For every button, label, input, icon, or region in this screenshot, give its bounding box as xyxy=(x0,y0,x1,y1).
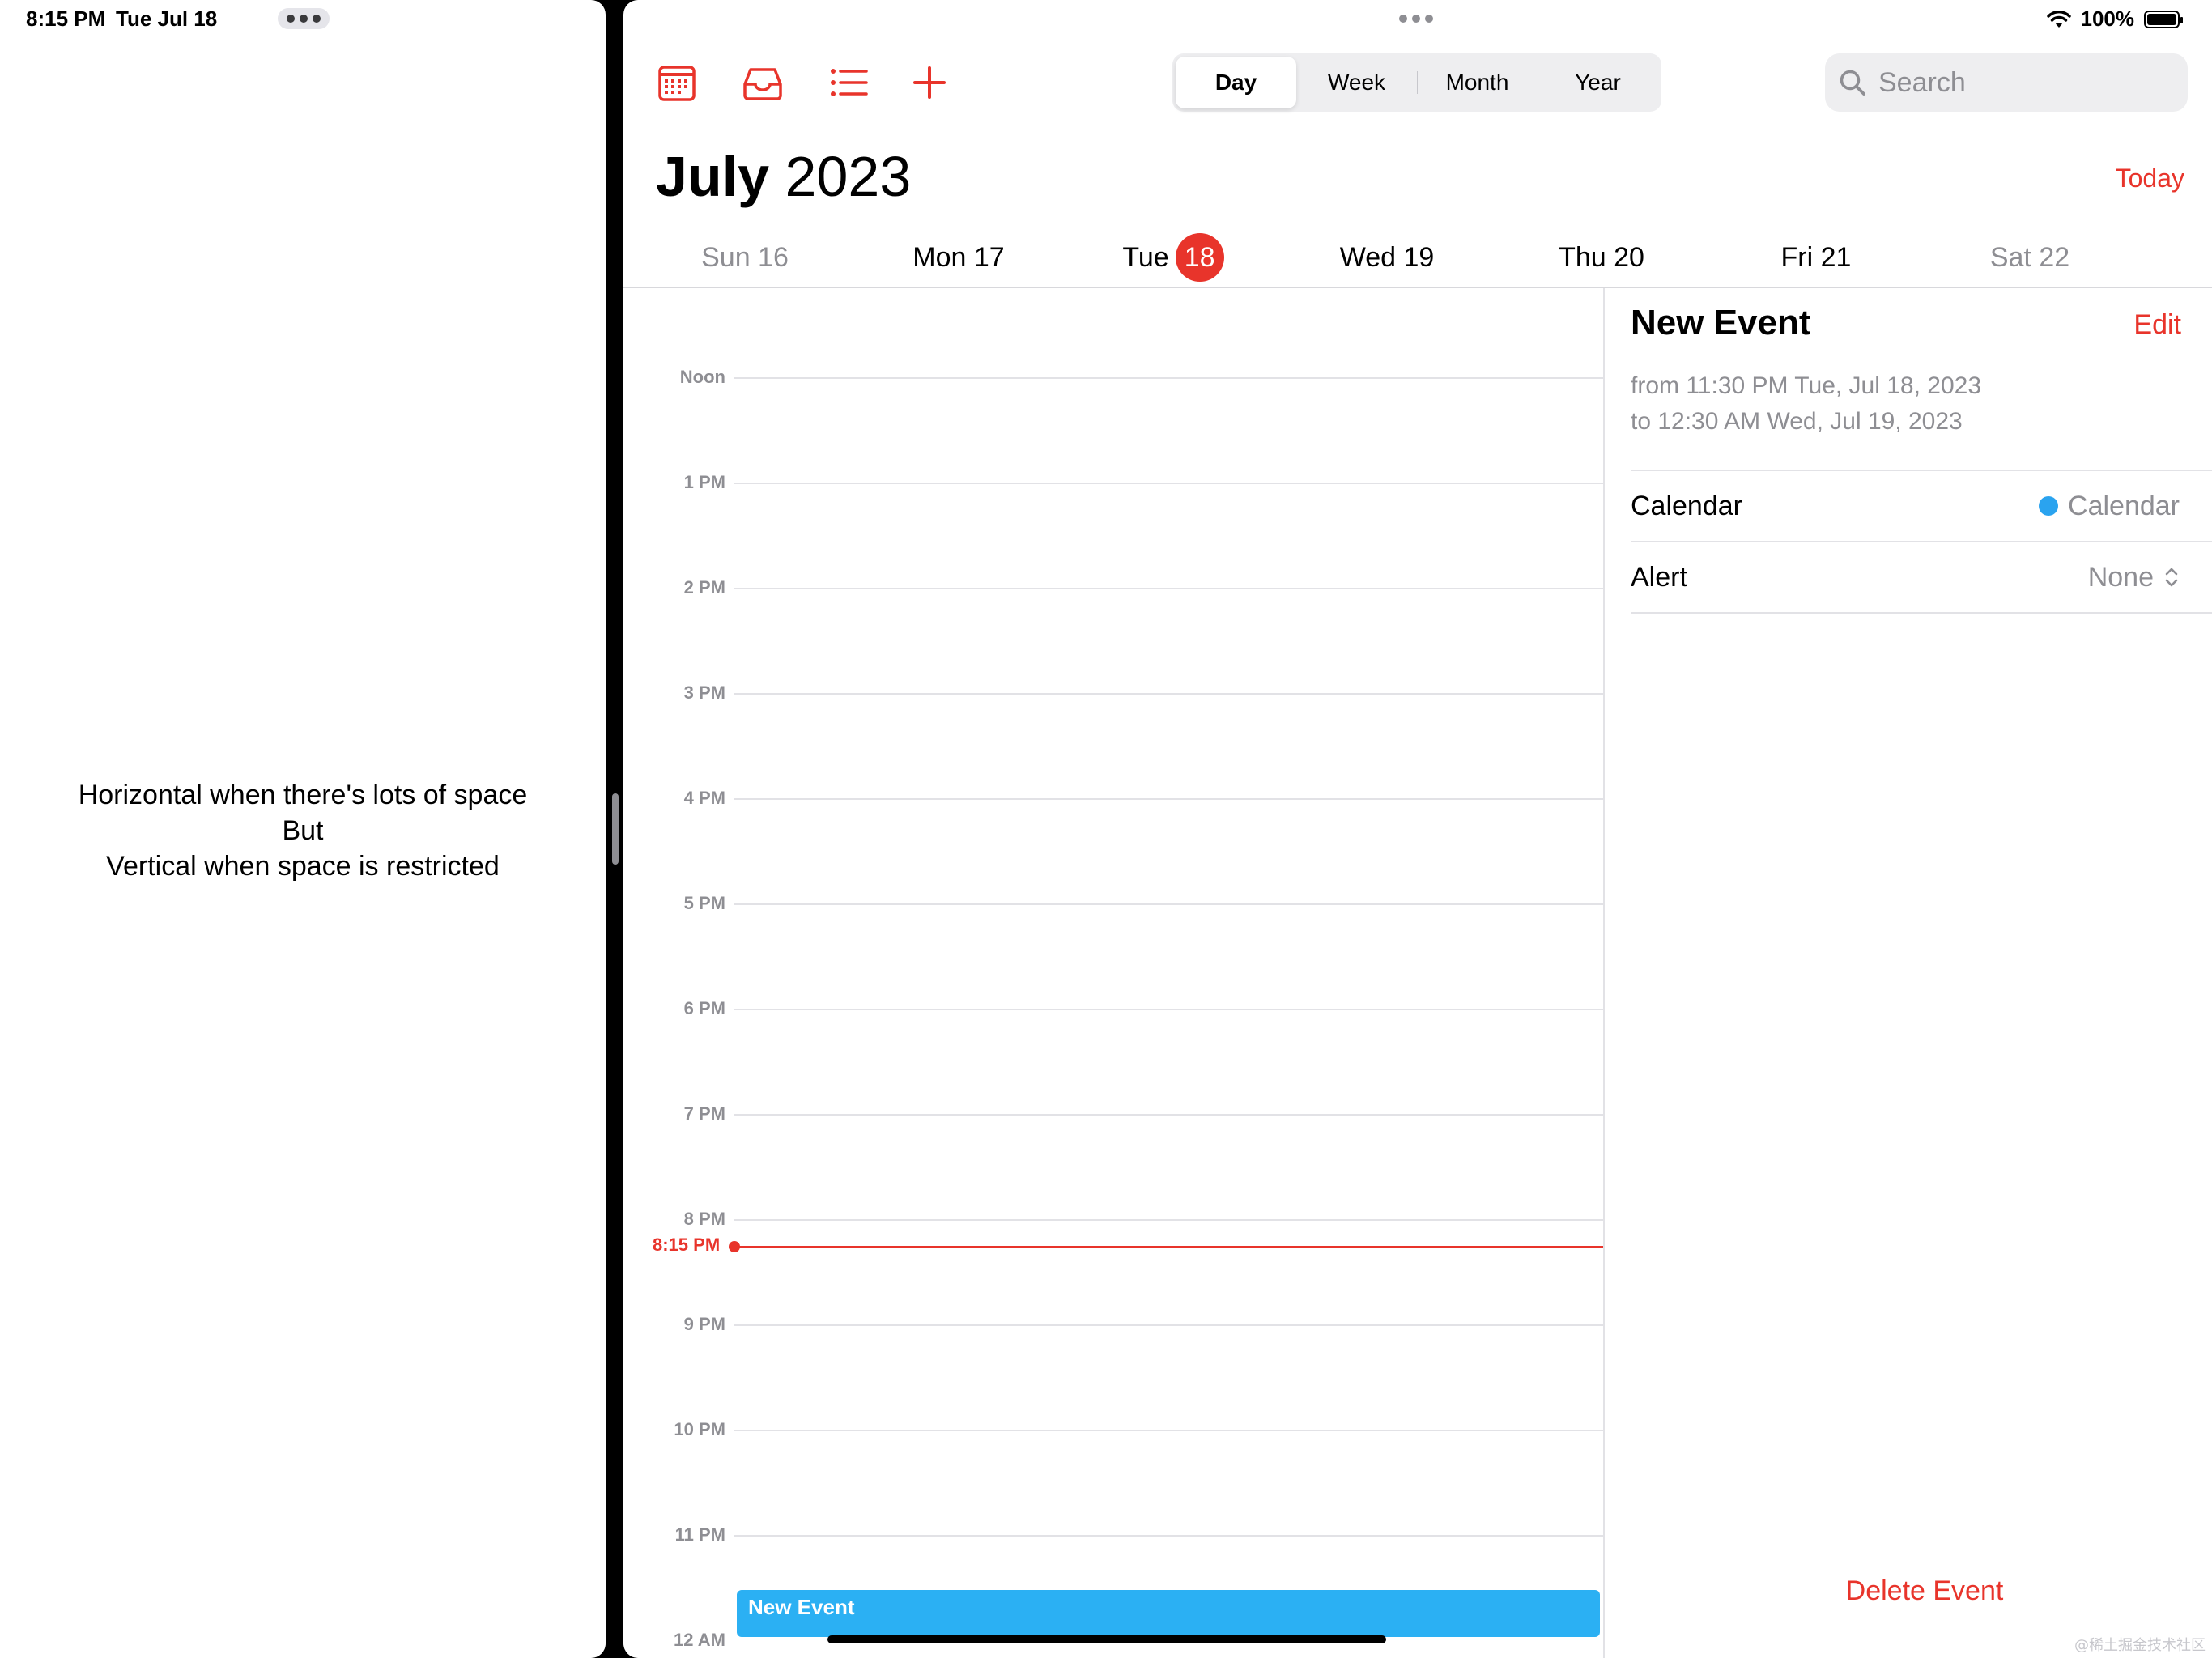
hour-label: Noon xyxy=(679,367,725,387)
hour-label: 6 PM xyxy=(683,998,725,1018)
segment-month[interactable]: Month xyxy=(1417,57,1538,108)
event-block[interactable]: New Event xyxy=(737,1590,1600,1637)
event-inspector: New Event Edit from 11:30 PM Tue, Jul 18… xyxy=(1605,288,2212,1658)
view-segmented-control: Day Week Month Year xyxy=(1172,53,1661,112)
dot-icon xyxy=(300,15,308,23)
center-message: Horizontal when there's lots of space Bu… xyxy=(0,777,606,884)
multitasking-menu-button[interactable] xyxy=(278,8,330,29)
event-end-time: to 12:30 AM Wed, Jul 19, 2023 xyxy=(1631,408,1963,435)
day-wed-19[interactable]: Wed 19 xyxy=(1298,235,1476,280)
hour-label: 5 PM xyxy=(683,893,725,913)
today-button[interactable]: Today xyxy=(2116,164,2184,193)
page-title: July 2023 xyxy=(656,144,911,209)
hour-gridline xyxy=(734,798,1603,800)
current-time-dot xyxy=(729,1241,740,1252)
hour-gridline xyxy=(734,1324,1603,1326)
segment-year[interactable]: Year xyxy=(1538,57,1658,108)
hour-gridline xyxy=(734,1535,1603,1537)
hour-label: 11 PM xyxy=(674,1524,725,1545)
hour-label: 10 PM xyxy=(674,1419,725,1439)
day-sun-16[interactable]: Sun 16 xyxy=(656,235,834,280)
home-indicator[interactable] xyxy=(827,1635,1386,1643)
hour-label: 2 PM xyxy=(683,577,725,597)
left-split-pane: 8:15 PM Tue Jul 18 Horizontal when there… xyxy=(0,0,606,1658)
hour-label: 8 PM xyxy=(683,1209,725,1229)
calendar-value[interactable]: Calendar xyxy=(2039,491,2180,522)
hour-label: 4 PM xyxy=(683,788,725,808)
hour-label: 7 PM xyxy=(683,1103,725,1124)
calendar-value-text: Calendar xyxy=(2068,490,2180,521)
dot-icon xyxy=(313,15,321,23)
calendar-app-pane: 100% Day Week Month Year Search July 202… xyxy=(623,0,2212,1658)
hour-label: 12 AM xyxy=(674,1630,725,1650)
dot-icon xyxy=(287,15,295,23)
dot-icon xyxy=(1412,15,1420,23)
day-mon-17[interactable]: Mon 17 xyxy=(870,235,1048,280)
event-start-time: from 11:30 PM Tue, Jul 18, 2023 xyxy=(1631,372,1982,399)
inbox-button[interactable] xyxy=(740,60,785,105)
hour-gridline xyxy=(734,1430,1603,1431)
week-days-row: Sun 16 Mon 17 Tue 18 Wed 19 Thu 20 Fri 21… xyxy=(656,233,2178,283)
edit-button[interactable]: Edit xyxy=(2133,309,2181,341)
dot-icon xyxy=(1425,15,1433,23)
current-time-line xyxy=(734,1246,1603,1248)
hour-gridline xyxy=(734,483,1603,484)
wifi-icon xyxy=(2046,10,2071,28)
year-number: 2023 xyxy=(785,145,912,208)
list-icon xyxy=(831,69,868,96)
hour-gridline xyxy=(734,1009,1603,1010)
calendar-label: Calendar xyxy=(1631,490,1742,521)
hour-gridline xyxy=(734,588,1603,589)
chevron-up-down-icon xyxy=(2165,568,2178,587)
hour-gridline xyxy=(734,903,1603,905)
day-label: Tue xyxy=(1122,242,1169,273)
plus-icon xyxy=(913,66,946,99)
status-date: Tue Jul 18 xyxy=(116,6,218,31)
calendar-color-dot xyxy=(2039,496,2059,516)
delete-event-button[interactable]: Delete Event xyxy=(1605,1575,2212,1607)
dot-icon xyxy=(1399,15,1407,23)
message-line: Vertical when space is restricted xyxy=(106,851,500,882)
add-event-button[interactable] xyxy=(907,60,952,105)
today-date-badge: 18 xyxy=(1175,233,1224,283)
day-tue-18[interactable]: Tue 18 xyxy=(1084,233,1262,283)
day-thu-20[interactable]: Thu 20 xyxy=(1512,235,1691,280)
list-view-button[interactable] xyxy=(826,60,871,105)
watermark-text: @稀土掘金技术社区 xyxy=(2074,1637,2206,1654)
hour-gridline xyxy=(734,693,1603,695)
event-title: New Event xyxy=(1631,303,1811,342)
multitasking-menu-button[interactable] xyxy=(1390,8,1442,29)
day-timeline[interactable]: Noon 1 PM 2 PM 3 PM 4 PM 5 PM 6 PM 7 PM … xyxy=(623,288,1603,1658)
search-field[interactable] xyxy=(1825,53,2188,112)
alert-popup-button[interactable]: None xyxy=(2088,562,2180,593)
alert-value-text: None xyxy=(2087,561,2154,593)
hour-gridline xyxy=(734,1114,1603,1116)
battery-percent: 100% xyxy=(2080,6,2135,31)
hour-gridline xyxy=(734,1219,1603,1221)
hour-label: 3 PM xyxy=(683,682,725,703)
alert-label: Alert xyxy=(1631,561,1687,593)
segment-day[interactable]: Day xyxy=(1176,57,1296,108)
hour-label: 1 PM xyxy=(683,472,725,492)
status-indicators: 100% xyxy=(2046,6,2183,32)
split-view-divider-handle[interactable] xyxy=(612,793,619,865)
search-icon xyxy=(1840,70,1865,96)
segment-week[interactable]: Week xyxy=(1296,57,1417,108)
battery-icon xyxy=(2144,10,2183,28)
row-divider xyxy=(1631,612,2212,614)
hour-label: 9 PM xyxy=(683,1314,725,1334)
search-input[interactable] xyxy=(1877,66,2172,100)
message-line: Horizontal when there's lots of space xyxy=(78,780,528,810)
alert-row[interactable]: Alert None xyxy=(1631,541,2212,612)
status-time: 8:15 PM xyxy=(26,6,106,31)
day-sat-22[interactable]: Sat 22 xyxy=(1941,235,2119,280)
calendar-row[interactable]: Calendar Calendar xyxy=(1631,470,2212,541)
calendar-grid-icon xyxy=(658,66,696,101)
day-fri-21[interactable]: Fri 21 xyxy=(1727,235,1905,280)
inbox-tray-icon xyxy=(743,68,782,100)
month-name: July xyxy=(656,145,770,208)
hour-gridline xyxy=(734,377,1603,379)
message-line: But xyxy=(282,815,324,846)
calendars-button[interactable] xyxy=(654,60,700,105)
